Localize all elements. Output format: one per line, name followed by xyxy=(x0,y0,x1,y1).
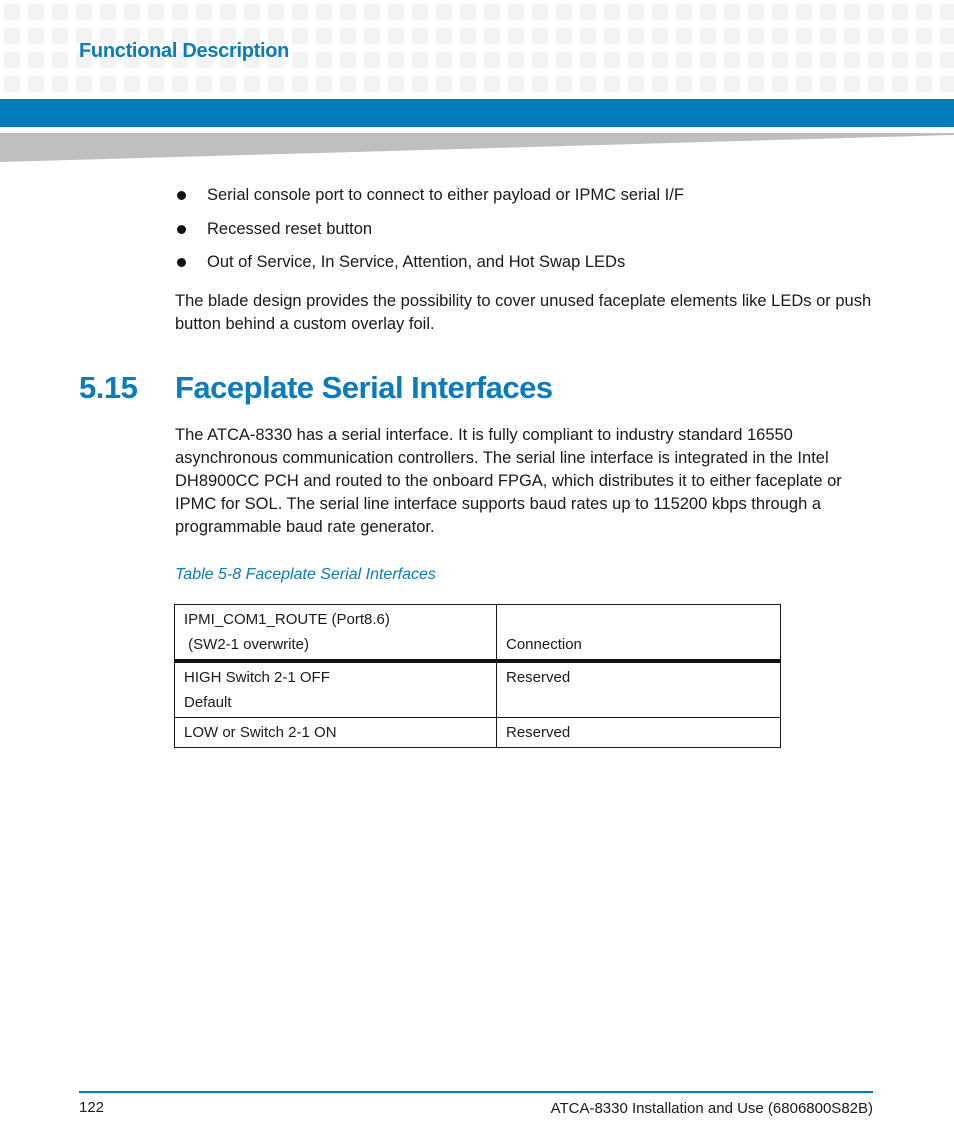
section-number: 5.15 xyxy=(79,370,138,405)
bullet-text: Out of Service, In Service, Attention, a… xyxy=(207,253,626,271)
bullet-item: Recessed reset button xyxy=(175,218,684,252)
bullet-icon xyxy=(177,191,186,200)
table-cell: HIGH Switch 2-1 OFF Default xyxy=(174,660,497,718)
footer-rule xyxy=(79,1091,873,1093)
table-header-cell: Connection xyxy=(496,604,781,663)
table-cell: Reserved xyxy=(496,660,781,718)
bullet-icon xyxy=(177,258,186,267)
table-row: HIGH Switch 2-1 OFF Default Reserved xyxy=(174,660,781,718)
table-cell: Reserved xyxy=(496,717,781,748)
header-cell-line: (SW2-1 overwrite) xyxy=(184,636,310,653)
table-caption: Table 5-8 Faceplate Serial Interfaces xyxy=(175,566,436,583)
header-accent-bar xyxy=(0,99,954,127)
header-cell-line: Connection xyxy=(506,636,582,653)
section-heading: 5.15 Faceplate Serial Interfaces xyxy=(79,370,553,406)
cell-line: Default xyxy=(184,694,232,711)
section-title: Faceplate Serial Interfaces xyxy=(175,370,553,405)
bullet-item: Out of Service, In Service, Attention, a… xyxy=(175,251,684,285)
document-reference: ATCA-8330 Installation and Use (6806800S… xyxy=(550,1100,873,1117)
header-grid-row xyxy=(0,4,954,20)
bullet-text: Recessed reset button xyxy=(207,219,373,238)
cell-line: HIGH Switch 2-1 OFF xyxy=(184,669,330,686)
feature-bullet-list: Serial console port to connect to either… xyxy=(175,184,684,285)
page-number: 122 xyxy=(79,1099,105,1116)
running-header-title: Functional Description xyxy=(79,40,290,62)
body-paragraph: The blade design provides the possibilit… xyxy=(175,292,872,333)
body-paragraph: The ATCA-8330 has a serial interface. It… xyxy=(175,426,842,536)
serial-interfaces-table: IPMI_COM1_ROUTE (Port8.6) (SW2-1 overwri… xyxy=(174,604,781,748)
table-header-row: IPMI_COM1_ROUTE (Port8.6) (SW2-1 overwri… xyxy=(174,604,781,663)
table-header-cell: IPMI_COM1_ROUTE (Port8.6) (SW2-1 overwri… xyxy=(174,604,497,663)
table-cell: LOW or Switch 2-1 ON xyxy=(174,717,497,748)
header-gray-swoosh xyxy=(0,133,954,162)
bullet-icon xyxy=(177,224,186,234)
table-row: LOW or Switch 2-1 ON Reserved xyxy=(174,717,781,748)
header-cell-line: IPMI_COM1_ROUTE (Port8.6) xyxy=(184,611,390,628)
bullet-item: Serial console port to connect to either… xyxy=(175,184,684,218)
bullet-text: Serial console port to connect to either… xyxy=(207,186,684,204)
header-grid-row xyxy=(0,76,954,92)
cell-line: LOW or Switch 2-1 ON xyxy=(184,724,337,741)
